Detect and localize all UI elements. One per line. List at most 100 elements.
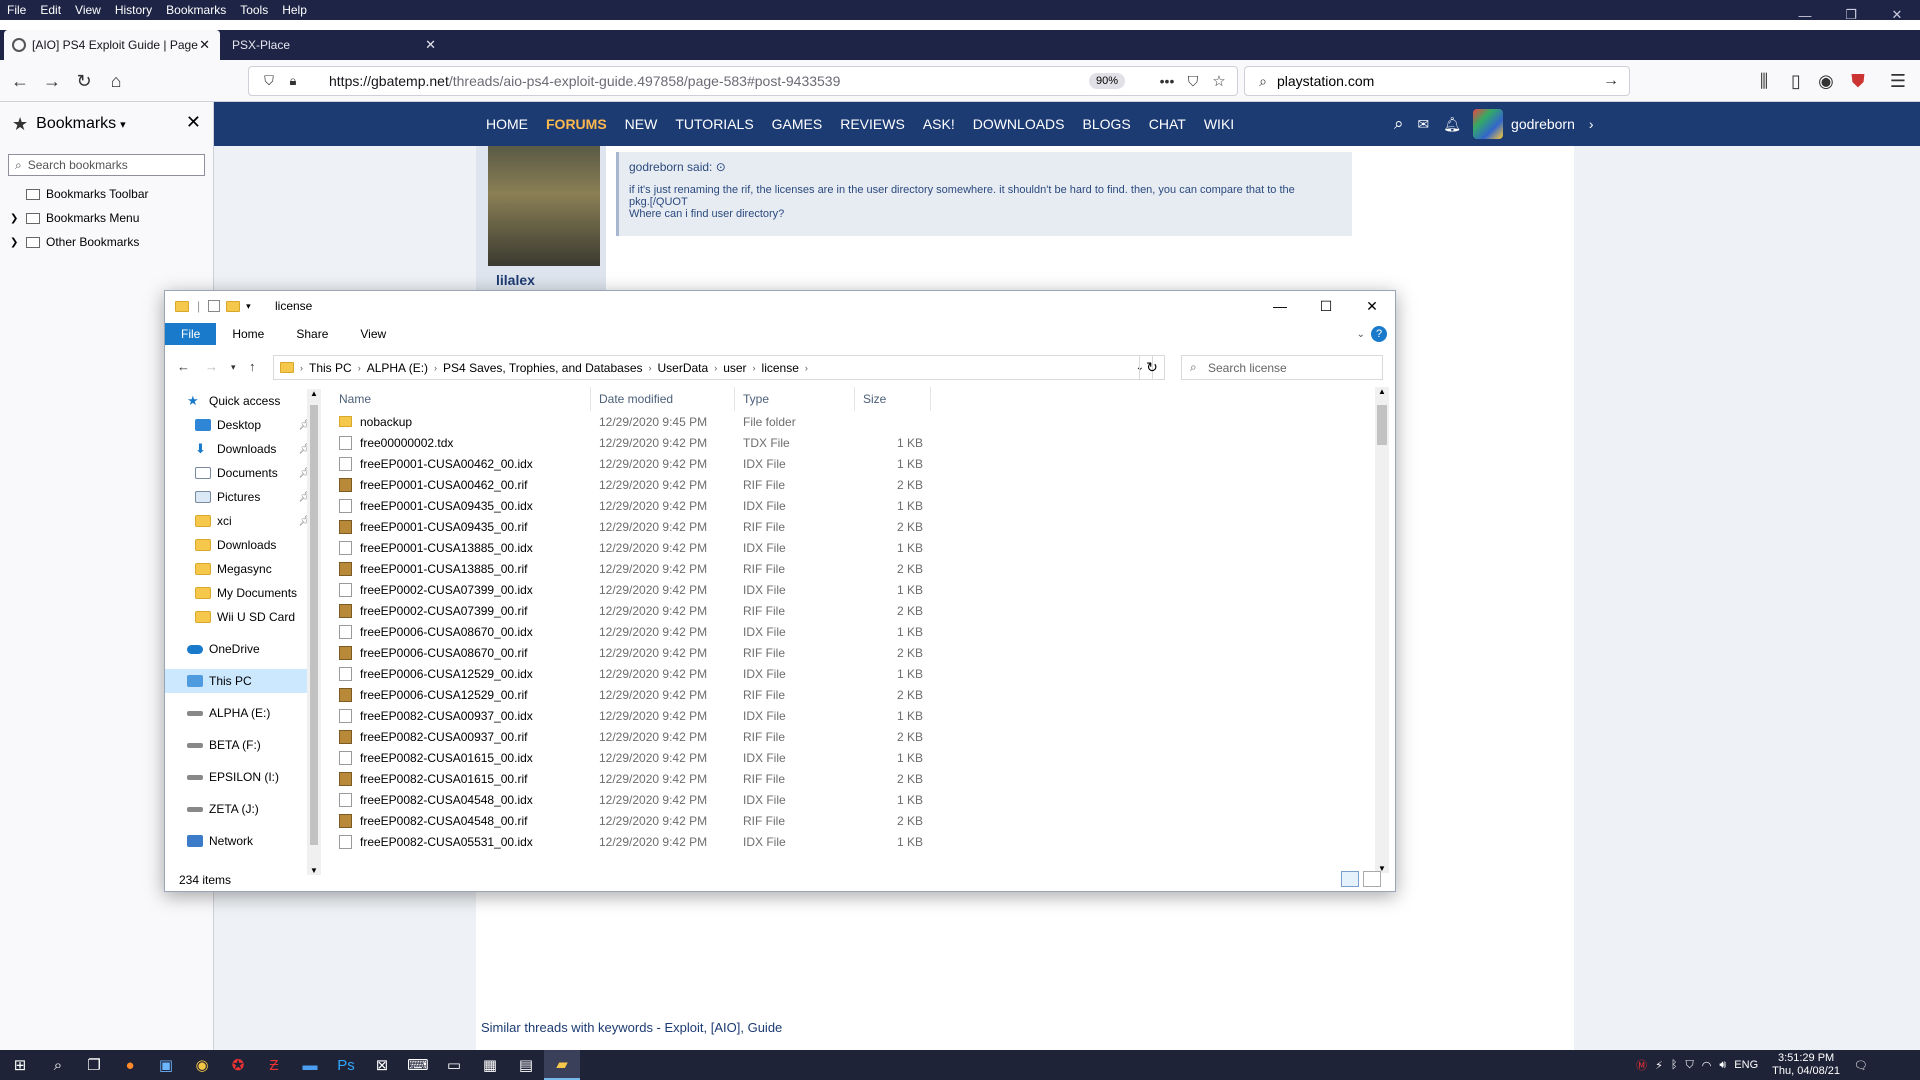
file-row[interactable]: freeEP0002-CUSA07399_00.rif 12/29/2020 9:… [331, 600, 1371, 621]
large-icons-view-icon[interactable] [1363, 871, 1381, 887]
nav-ask[interactable]: ASK! [923, 116, 955, 132]
help-icon[interactable]: ? [1371, 326, 1387, 342]
photoshop-icon[interactable]: Ps [328, 1050, 364, 1080]
forward-arrow-icon[interactable]: → [205, 359, 218, 374]
bookmark-star-icon[interactable]: ☆ [1207, 69, 1231, 93]
close-icon[interactable]: ✕ [1874, 0, 1920, 30]
nav-forums[interactable]: FORUMS [546, 116, 607, 132]
nav-drive-beta[interactable]: BETA (F:) [165, 733, 313, 757]
menu-tools[interactable]: Tools [233, 3, 275, 17]
menu-bookmarks[interactable]: Bookmarks [159, 3, 233, 17]
username[interactable]: godreborn [1511, 116, 1575, 132]
bookmark-item-toolbar[interactable]: Bookmarks Toolbar [0, 182, 213, 206]
search-icon[interactable]: ⌕ [1394, 114, 1404, 134]
mail-icon[interactable]: ✉ [1418, 116, 1430, 133]
details-view-icon[interactable] [1341, 871, 1359, 887]
shield-icon[interactable]: ⛉ [1686, 1059, 1694, 1072]
search-icon[interactable]: ⌕ [40, 1050, 76, 1080]
nav-drive-zeta[interactable]: ZETA (J:) [165, 797, 313, 821]
file-row[interactable]: freeEP0001-CUSA09435_00.rif 12/29/2020 9:… [331, 516, 1371, 537]
breadcrumb-user[interactable]: user [723, 361, 746, 375]
properties-checkbox-icon[interactable] [208, 300, 221, 312]
column-header-type[interactable]: Type [735, 387, 855, 411]
restore-icon[interactable]: ❐ [1828, 0, 1874, 30]
filezilla-icon[interactable]: Ƶ [256, 1050, 292, 1080]
ribbon-tab-share[interactable]: Share [280, 327, 344, 341]
file-row[interactable]: freeEP0001-CUSA13885_00.rif 12/29/2020 9:… [331, 558, 1371, 579]
lock-icon[interactable]: 🔒︎ [281, 69, 305, 93]
nav-desktop[interactable]: Desktop 📌︎ [165, 413, 313, 437]
url-bar[interactable]: ⛉ 🔒︎ https://gbatemp.net/threads/aio-ps4… [248, 66, 1238, 96]
breadcrumb-alpha[interactable]: ALPHA (E:) [367, 361, 428, 375]
nav-wiki[interactable]: WIKI [1204, 116, 1234, 132]
ublock-icon[interactable]: ⛊ [1846, 69, 1870, 93]
zoom-level-badge[interactable]: 90% [1088, 73, 1125, 89]
hamburger-menu-icon[interactable]: ☰ [1886, 69, 1910, 93]
tray-icon[interactable]: ⚡︎ [1655, 1059, 1663, 1072]
nav-xci[interactable]: xci 📌︎ [165, 509, 313, 533]
back-arrow-icon[interactable]: ← [8, 69, 32, 93]
tab-gbatemp[interactable]: [AIO] PS4 Exploit Guide | Page ✕ [4, 30, 220, 60]
nav-my-documents[interactable]: My Documents [165, 581, 313, 605]
nav-megasync[interactable]: Megasync [165, 557, 313, 581]
file-row[interactable]: freeEP0082-CUSA00937_00.rif 12/29/2020 9:… [331, 726, 1371, 747]
tab-close-icon[interactable]: ✕ [425, 37, 436, 53]
file-row[interactable]: freeEP0002-CUSA07399_00.idx 12/29/2020 9:… [331, 579, 1371, 600]
file-row[interactable]: freeEP0082-CUSA00937_00.idx 12/29/2020 9:… [331, 705, 1371, 726]
bookmark-item-menu[interactable]: ❯ Bookmarks Menu [0, 206, 213, 230]
nav-tutorials[interactable]: TUTORIALS [675, 116, 753, 132]
monitor-icon[interactable]: ▭ [436, 1050, 472, 1080]
url-text[interactable]: https://gbatemp.net/threads/aio-ps4-expl… [329, 73, 840, 89]
breadcrumb-this-pc[interactable]: This PC [309, 361, 352, 375]
nav-drive-epsilon[interactable]: EPSILON (I:) [165, 765, 313, 789]
chevron-right-icon[interactable]: › [1589, 116, 1594, 132]
back-arrow-icon[interactable]: ← [177, 359, 190, 374]
new-folder-icon[interactable] [226, 300, 241, 312]
nav-onedrive[interactable]: OneDrive [165, 637, 313, 661]
menu-edit[interactable]: Edit [33, 3, 68, 17]
firefox-icon[interactable]: ● [112, 1050, 148, 1080]
file-row[interactable]: freeEP0001-CUSA00462_00.idx 12/29/2020 9:… [331, 453, 1371, 474]
nav-chat[interactable]: CHAT [1149, 116, 1186, 132]
nav-reviews[interactable]: REVIEWS [840, 116, 905, 132]
column-header-name[interactable]: Name [331, 387, 591, 411]
navigation-pane-scrollbar[interactable]: ▲ ▼ [307, 389, 321, 875]
up-arrow-icon[interactable]: ↑ [249, 359, 256, 374]
customize-dropdown-icon[interactable]: ▾ [246, 301, 251, 312]
nav-drive-alpha[interactable]: ALPHA (E:) [165, 701, 313, 725]
post-author-name[interactable]: lilalex [496, 272, 535, 288]
file-row[interactable]: freeEP0082-CUSA01615_00.idx 12/29/2020 9:… [331, 747, 1371, 768]
nav-wii-u-sd-card[interactable]: Wii U SD Card [165, 605, 313, 629]
breadcrumb-userdata[interactable]: UserData [658, 361, 709, 375]
windows-start-icon[interactable]: ⊞ [0, 1050, 40, 1080]
nav-blogs[interactable]: BLOGS [1083, 116, 1131, 132]
menu-file[interactable]: File [0, 3, 33, 17]
search-input[interactable]: ⌕ Search license [1181, 355, 1383, 380]
close-sidebar-icon[interactable]: ✕ [186, 112, 201, 133]
bluetooth-icon[interactable]: ᛒ [1671, 1059, 1678, 1071]
nav-downloads-pinned[interactable]: ⬇ Downloads 📌︎ [165, 437, 313, 461]
close-icon[interactable]: ✕ [1349, 291, 1395, 321]
ribbon-tab-file[interactable]: File [165, 323, 217, 345]
nav-documents[interactable]: Documents 📌︎ [165, 461, 313, 485]
library-icon[interactable]: ⫼ [1752, 69, 1776, 93]
menu-help[interactable]: Help [275, 3, 314, 17]
file-row[interactable]: freeEP0001-CUSA00462_00.rif 12/29/2020 9:… [331, 474, 1371, 495]
scroll-up-icon[interactable]: ▲ [310, 389, 318, 398]
file-row[interactable]: freeEP0082-CUSA01615_00.rif 12/29/2020 9:… [331, 768, 1371, 789]
user-avatar-image[interactable] [488, 146, 600, 266]
quote-author[interactable]: godreborn said: ⊙ [629, 160, 1342, 174]
ribbon-tab-home[interactable]: Home [216, 327, 280, 341]
scrollbar-thumb[interactable] [310, 405, 318, 845]
app-icon[interactable]: ⊠ [364, 1050, 400, 1080]
ribbon-tab-view[interactable]: View [344, 327, 402, 341]
file-row[interactable]: freeEP0082-CUSA04548_00.idx 12/29/2020 9:… [331, 789, 1371, 810]
nav-downloads-folder[interactable]: Downloads [165, 533, 313, 557]
file-list-scrollbar[interactable]: ▲ ▼ [1375, 387, 1389, 873]
nav-quick-access[interactable]: ★ Quick access [165, 389, 313, 413]
file-row[interactable]: free00000002.tdx 12/29/2020 9:42 PM TDX Fi… [331, 432, 1371, 453]
mega-icon[interactable]: Ⓜ [1636, 1057, 1647, 1073]
nav-games[interactable]: GAMES [772, 116, 823, 132]
task-view-icon[interactable]: ❐ [76, 1050, 112, 1080]
game-app-icon[interactable]: ✪ [220, 1050, 256, 1080]
